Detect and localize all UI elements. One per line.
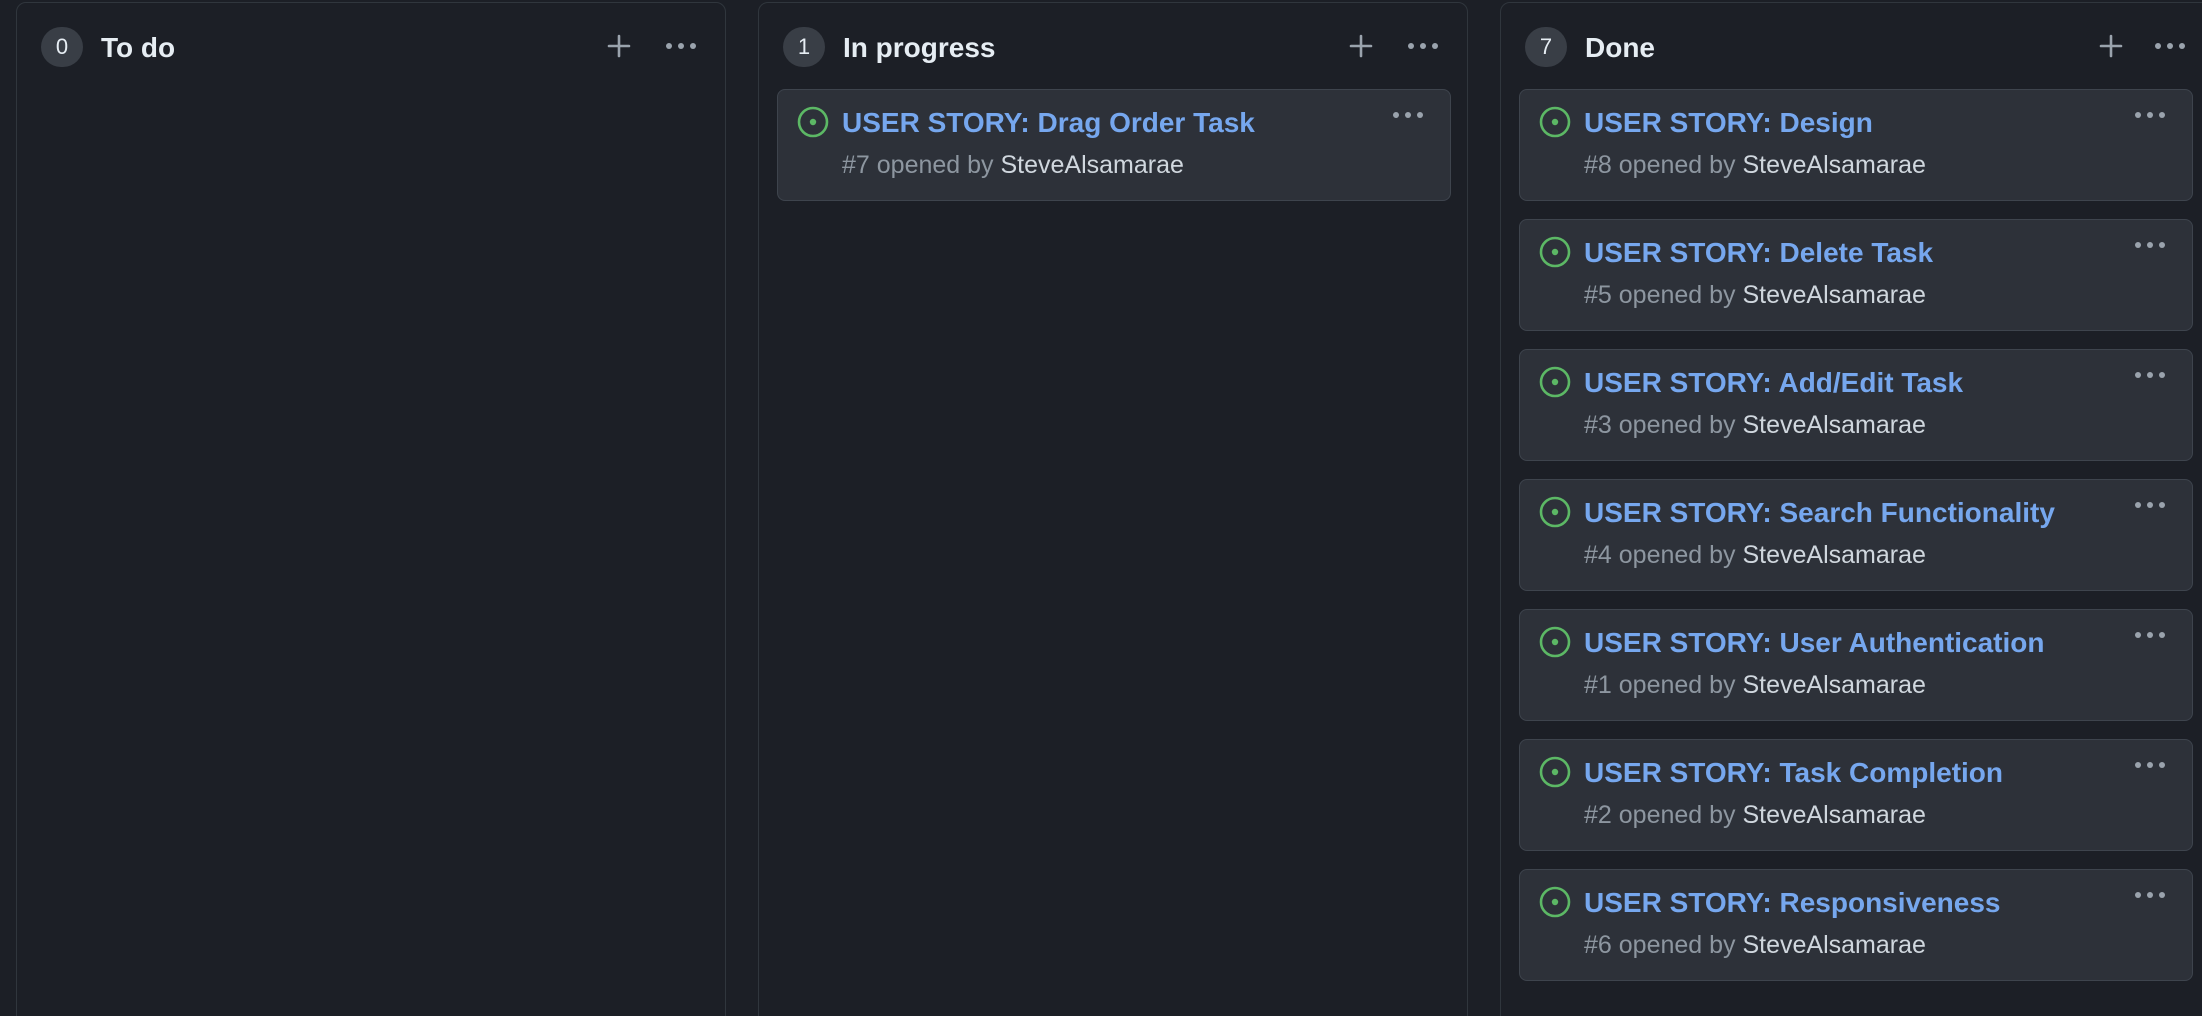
column-title: In progress <box>843 32 996 63</box>
issue-meta: #3 opened by SteveAlsamarae <box>1584 410 1926 440</box>
column-title: To do <box>101 32 176 63</box>
issue-card[interactable]: USER STORY: Task Completion #2 opened by… <box>1519 739 2193 851</box>
column-header: 1 In progress <box>759 25 1467 71</box>
card-menu-button[interactable] <box>1386 100 1430 130</box>
issue-meta: #4 opened by SteveAlsamarae <box>1584 540 1926 570</box>
author-link[interactable]: SteveAlsamarae <box>1743 671 1926 699</box>
issue-opened-icon <box>1539 106 1571 138</box>
issue-opened-icon <box>1539 886 1571 918</box>
issue-meta: #1 opened by SteveAlsamarae <box>1584 670 1926 700</box>
opened-by-label: opened by <box>1618 411 1736 439</box>
issue-title-link[interactable]: USER STORY: Task Completion <box>1584 756 2003 790</box>
column-in-progress: 1 In progress USER STORY: Drag Order Tas… <box>758 2 1468 1016</box>
author-link[interactable]: SteveAlsamarae <box>1743 411 1926 439</box>
add-card-button[interactable] <box>599 25 639 67</box>
issue-title-link[interactable]: USER STORY: Search Functionality <box>1584 496 2055 530</box>
author-link[interactable]: SteveAlsamarae <box>1001 151 1184 179</box>
issue-title-link[interactable]: USER STORY: Drag Order Task <box>842 106 1255 140</box>
opened-by-label: opened by <box>876 151 994 179</box>
add-card-button[interactable] <box>2091 25 2131 67</box>
issue-card[interactable]: USER STORY: Delete Task #5 opened by Ste… <box>1519 219 2193 331</box>
issue-opened-icon <box>1539 626 1571 658</box>
issue-opened-icon <box>797 106 829 138</box>
column-count-badge: 1 <box>783 27 825 67</box>
opened-by-label: opened by <box>1618 281 1736 309</box>
kebab-horizontal-icon <box>2135 372 2165 378</box>
column-count-badge: 7 <box>1525 27 1567 67</box>
issue-opened-icon <box>1539 236 1571 268</box>
issue-meta: #7 opened by SteveAlsamarae <box>842 150 1184 180</box>
issue-opened-icon <box>1539 496 1571 528</box>
issue-opened-icon <box>1539 366 1571 398</box>
kebab-horizontal-icon <box>2155 43 2185 49</box>
kebab-horizontal-icon <box>2135 762 2165 768</box>
column-menu-button[interactable] <box>1401 25 1445 67</box>
issue-title-link[interactable]: USER STORY: Delete Task <box>1584 236 1933 270</box>
issue-number: #3 <box>1584 411 1612 439</box>
card-menu-button[interactable] <box>2128 750 2172 780</box>
kebab-horizontal-icon <box>2135 242 2165 248</box>
issue-card[interactable]: USER STORY: Drag Order Task #7 opened by… <box>777 89 1451 201</box>
issue-meta: #8 opened by SteveAlsamarae <box>1584 150 1926 180</box>
card-menu-button[interactable] <box>2128 880 2172 910</box>
card-menu-button[interactable] <box>2128 490 2172 520</box>
kebab-horizontal-icon <box>2135 632 2165 638</box>
issue-card[interactable]: USER STORY: Design #8 opened by SteveAls… <box>1519 89 2193 201</box>
opened-by-label: opened by <box>1618 671 1736 699</box>
add-card-button[interactable] <box>1341 25 1381 67</box>
issue-number: #8 <box>1584 151 1612 179</box>
issue-title-link[interactable]: USER STORY: User Authentication <box>1584 626 2045 660</box>
project-board: 0 To do 1 In progress USER STORY: Drag O… <box>0 0 2202 1016</box>
issue-card[interactable]: USER STORY: Responsiveness #6 opened by … <box>1519 869 2193 981</box>
kebab-horizontal-icon <box>2135 892 2165 898</box>
opened-by-label: opened by <box>1618 931 1736 959</box>
issue-number: #1 <box>1584 671 1612 699</box>
kebab-horizontal-icon <box>666 43 696 49</box>
column-menu-button[interactable] <box>2148 25 2192 67</box>
issue-number: #5 <box>1584 281 1612 309</box>
column-header: 7 Done <box>1501 25 2202 71</box>
card-menu-button[interactable] <box>2128 100 2172 130</box>
kebab-horizontal-icon <box>2135 112 2165 118</box>
card-menu-button[interactable] <box>2128 360 2172 390</box>
card-menu-button[interactable] <box>2128 620 2172 650</box>
issue-number: #4 <box>1584 541 1612 569</box>
issue-meta: #5 opened by SteveAlsamarae <box>1584 280 1926 310</box>
issue-title-link[interactable]: USER STORY: Design <box>1584 106 1873 140</box>
author-link[interactable]: SteveAlsamarae <box>1743 541 1926 569</box>
plus-icon <box>1349 34 1373 58</box>
issue-meta: #6 opened by SteveAlsamarae <box>1584 930 1926 960</box>
column-count-badge: 0 <box>41 27 83 67</box>
author-link[interactable]: SteveAlsamarae <box>1743 801 1926 829</box>
author-link[interactable]: SteveAlsamarae <box>1743 151 1926 179</box>
issue-opened-icon <box>1539 756 1571 788</box>
issue-number: #7 <box>842 151 870 179</box>
column-done: 7 Done USER STORY: Design #8 opened by S… <box>1500 2 2202 1016</box>
column-title: Done <box>1585 32 1655 63</box>
issue-card[interactable]: USER STORY: User Authentication #1 opene… <box>1519 609 2193 721</box>
column-header: 0 To do <box>17 25 725 71</box>
kebab-horizontal-icon <box>2135 502 2165 508</box>
issue-card[interactable]: USER STORY: Add/Edit Task #3 opened by S… <box>1519 349 2193 461</box>
author-link[interactable]: SteveAlsamarae <box>1743 931 1926 959</box>
issue-title-link[interactable]: USER STORY: Responsiveness <box>1584 886 2001 920</box>
column-menu-button[interactable] <box>659 25 703 67</box>
issue-card[interactable]: USER STORY: Search Functionality #4 open… <box>1519 479 2193 591</box>
opened-by-label: opened by <box>1618 541 1736 569</box>
kebab-horizontal-icon <box>1393 112 1423 118</box>
plus-icon <box>607 34 631 58</box>
opened-by-label: opened by <box>1618 801 1736 829</box>
issue-number: #2 <box>1584 801 1612 829</box>
plus-icon <box>2099 34 2123 58</box>
kebab-horizontal-icon <box>1408 43 1438 49</box>
column-to-do: 0 To do <box>16 2 726 1016</box>
issue-title-link[interactable]: USER STORY: Add/Edit Task <box>1584 366 1963 400</box>
issue-meta: #2 opened by SteveAlsamarae <box>1584 800 1926 830</box>
author-link[interactable]: SteveAlsamarae <box>1743 281 1926 309</box>
card-menu-button[interactable] <box>2128 230 2172 260</box>
issue-number: #6 <box>1584 931 1612 959</box>
opened-by-label: opened by <box>1618 151 1736 179</box>
